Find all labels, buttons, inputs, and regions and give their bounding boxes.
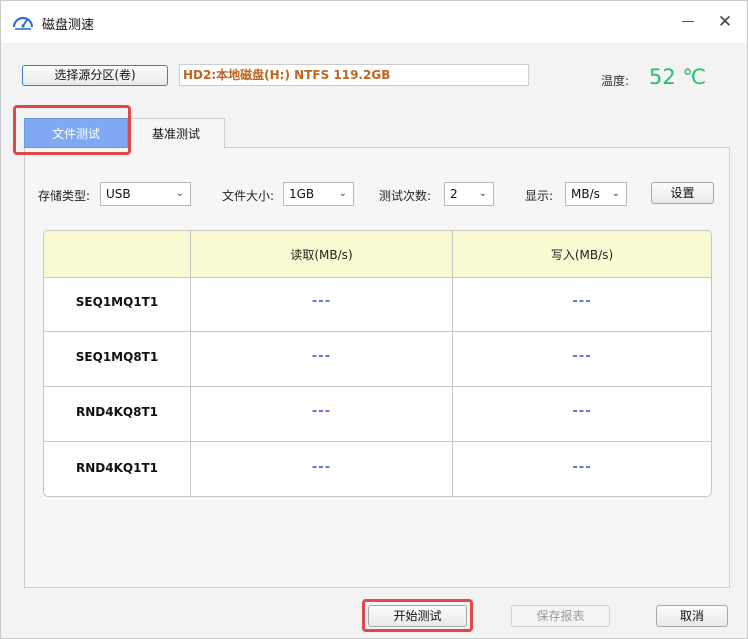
column-divider xyxy=(190,231,191,496)
display-unit-label: 显示: xyxy=(525,189,554,203)
row-divider xyxy=(44,386,711,387)
settings-button[interactable]: 设置 xyxy=(651,182,714,204)
write-value: --- xyxy=(572,460,592,475)
display-unit-value: MB/s xyxy=(571,187,600,201)
storage-type-value: USB xyxy=(106,187,131,201)
file-size-value: 1GB xyxy=(289,187,315,201)
read-value: --- xyxy=(311,460,332,475)
row-label: RND4KQ8T1 xyxy=(76,405,158,419)
temperature-label: 温度: xyxy=(601,74,630,88)
start-test-button[interactable]: 开始测试 xyxy=(368,605,467,627)
row-label: SEQ1MQ1T1 xyxy=(75,295,159,309)
temperature-value: 52 ℃ xyxy=(649,65,706,89)
test-count-label: 测试次数: xyxy=(379,189,432,203)
test-count-select[interactable]: 2 ⌄ xyxy=(444,182,494,206)
column-divider xyxy=(452,231,453,496)
write-value: --- xyxy=(572,349,592,364)
write-column-header: 写入(MB/s) xyxy=(550,248,614,262)
chevron-down-icon: ⌄ xyxy=(478,188,487,199)
write-value: --- xyxy=(572,404,592,419)
read-column-header: 读取(MB/s) xyxy=(290,248,353,262)
storage-type-select[interactable]: USB ⌄ xyxy=(100,182,191,206)
cancel-button[interactable]: 取消 xyxy=(656,605,728,627)
read-value: --- xyxy=(311,349,332,364)
row-divider xyxy=(44,331,711,332)
disk-info-field: HD2:本地磁盘(H:) NTFS 119.2GB xyxy=(179,64,529,86)
chevron-down-icon: ⌄ xyxy=(611,188,620,199)
speedometer-icon xyxy=(12,16,34,30)
read-value: --- xyxy=(311,294,332,309)
display-unit-select[interactable]: MB/s ⌄ xyxy=(565,182,627,206)
minimize-button[interactable] xyxy=(678,12,698,30)
test-count-value: 2 xyxy=(450,187,458,201)
read-value: --- xyxy=(311,404,332,419)
file-size-label: 文件大小: xyxy=(222,189,275,203)
row-label: RND4KQ1T1 xyxy=(76,461,158,475)
file-size-select[interactable]: 1GB ⌄ xyxy=(283,182,354,206)
results-table: 读取(MB/s) 写入(MB/s) SEQ1MQ1T1 --- --- SEQ1… xyxy=(43,230,712,497)
save-report-button[interactable]: 保存报表 xyxy=(511,605,610,627)
window-title: 磁盘测速 xyxy=(42,18,95,33)
row-label: SEQ1MQ8T1 xyxy=(75,350,159,364)
select-source-partition-button[interactable]: 选择源分区(卷) xyxy=(22,65,168,86)
close-button[interactable]: ✕ xyxy=(714,11,736,33)
title-bar: 磁盘测速 ✕ xyxy=(1,1,747,43)
write-value: --- xyxy=(572,294,592,309)
disk-speed-window: 磁盘测速 ✕ 选择源分区(卷) HD2:本地磁盘(H:) NTFS 119.2G… xyxy=(0,0,748,639)
chevron-down-icon: ⌄ xyxy=(338,188,347,199)
row-divider xyxy=(44,441,711,442)
tab-file-test[interactable]: 文件测试 xyxy=(24,118,128,148)
tab-benchmark-test[interactable]: 基准测试 xyxy=(127,118,225,148)
storage-type-label: 存储类型: xyxy=(38,189,91,203)
chevron-down-icon: ⌄ xyxy=(175,188,184,199)
